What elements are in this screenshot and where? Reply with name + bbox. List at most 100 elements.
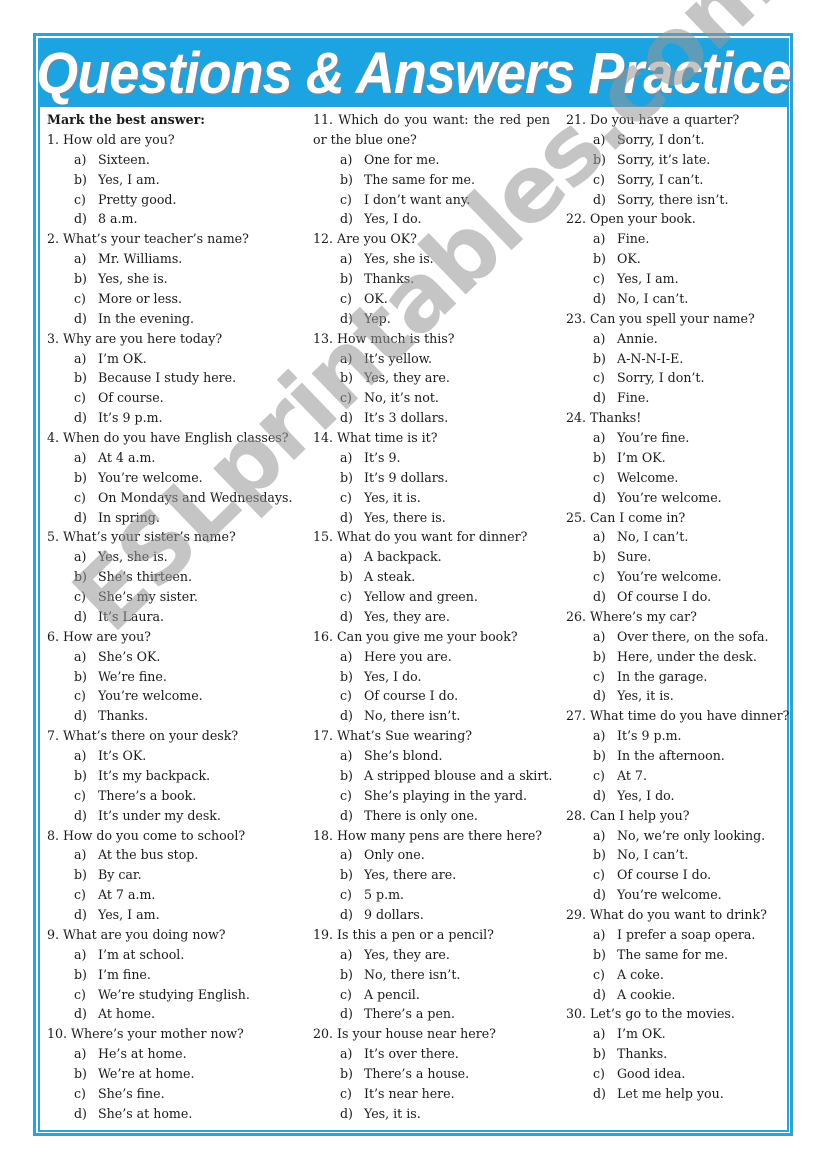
answer-option[interactable]: a) Yes, they are.	[313, 945, 550, 965]
answer-option[interactable]: b) Thanks.	[313, 269, 550, 289]
answer-option[interactable]: c) Sorry, I don’t.	[566, 368, 780, 388]
answer-option[interactable]: a) Annie.	[566, 329, 780, 349]
answer-option[interactable]: c) Yellow and green.	[313, 587, 550, 607]
answer-option[interactable]: c) At 7.	[566, 766, 780, 786]
answer-option[interactable]: d) Sorry, there isn’t.	[566, 190, 780, 210]
answer-option[interactable]: b) There’s a house.	[313, 1064, 550, 1084]
answer-option[interactable]: b) Sure.	[566, 547, 780, 567]
answer-option[interactable]: a) Fine.	[566, 229, 780, 249]
answer-option[interactable]: a) Sorry, I don’t.	[566, 130, 780, 150]
answer-option[interactable]: b) OK.	[566, 249, 780, 269]
answer-option[interactable]: c) There’s a book.	[47, 786, 299, 806]
answer-option[interactable]: a) Here you are.	[313, 647, 550, 667]
answer-option[interactable]: b) No, there isn’t.	[313, 965, 550, 985]
answer-option[interactable]: d) Yes, I do.	[566, 786, 780, 806]
answer-option[interactable]: a) No, we’re only looking.	[566, 826, 780, 846]
answer-option[interactable]: a) At 4 a.m.	[47, 448, 299, 468]
answer-option[interactable]: a) A backpack.	[313, 547, 550, 567]
answer-option[interactable]: c) On Mondays and Wednesdays.	[47, 488, 299, 508]
answer-option[interactable]: d) 9 dollars.	[313, 905, 550, 925]
answer-option[interactable]: a) I’m at school.	[47, 945, 299, 965]
answer-option[interactable]: d) In spring.	[47, 508, 299, 528]
answer-option[interactable]: a) I’m OK.	[47, 349, 299, 369]
answer-option[interactable]: c) I don’t want any.	[313, 190, 550, 210]
answer-option[interactable]: c) More or less.	[47, 289, 299, 309]
answer-option[interactable]: a) It’s 9.	[313, 448, 550, 468]
answer-option[interactable]: c) Of course.	[47, 388, 299, 408]
answer-option[interactable]: b) A steak.	[313, 567, 550, 587]
answer-option[interactable]: d) No, I can’t.	[566, 289, 780, 309]
answer-option[interactable]: a) Mr. Williams.	[47, 249, 299, 269]
answer-option[interactable]: b) The same for me.	[313, 170, 550, 190]
answer-option[interactable]: b) Sorry, it’s late.	[566, 150, 780, 170]
answer-option[interactable]: b) You’re welcome.	[47, 468, 299, 488]
answer-option[interactable]: a) Sixteen.	[47, 150, 299, 170]
answer-option[interactable]: d) Thanks.	[47, 706, 299, 726]
answer-option[interactable]: a) He’s at home.	[47, 1044, 299, 1064]
answer-option[interactable]: a) You’re fine.	[566, 428, 780, 448]
answer-option[interactable]: b) Thanks.	[566, 1044, 780, 1064]
answer-option[interactable]: a) She’s OK.	[47, 647, 299, 667]
answer-option[interactable]: b) She’s thirteen.	[47, 567, 299, 587]
answer-option[interactable]: d) No, there isn’t.	[313, 706, 550, 726]
answer-option[interactable]: b) By car.	[47, 865, 299, 885]
answer-option[interactable]: c) She’s playing in the yard.	[313, 786, 550, 806]
answer-option[interactable]: c) Welcome.	[566, 468, 780, 488]
answer-option[interactable]: a) Yes, she is.	[47, 547, 299, 567]
answer-option[interactable]: b) I’m OK.	[566, 448, 780, 468]
answer-option[interactable]: d) At home.	[47, 1004, 299, 1024]
answer-option[interactable]: c) Of course I do.	[566, 865, 780, 885]
answer-option[interactable]: b) I’m fine.	[47, 965, 299, 985]
answer-option[interactable]: d) 8 a.m.	[47, 209, 299, 229]
answer-option[interactable]: b) In the afternoon.	[566, 746, 780, 766]
answer-option[interactable]: d) You’re welcome.	[566, 488, 780, 508]
answer-option[interactable]: b) Yes, I do.	[313, 667, 550, 687]
answer-option[interactable]: c) She’s fine.	[47, 1084, 299, 1104]
answer-option[interactable]: d) It’s under my desk.	[47, 806, 299, 826]
answer-option[interactable]: c) At 7 a.m.	[47, 885, 299, 905]
answer-option[interactable]: a) It’s over there.	[313, 1044, 550, 1064]
answer-option[interactable]: d) In the evening.	[47, 309, 299, 329]
answer-option[interactable]: d) Yep.	[313, 309, 550, 329]
answer-option[interactable]: c) We’re studying English.	[47, 985, 299, 1005]
answer-option[interactable]: c) Yes, it is.	[313, 488, 550, 508]
answer-option[interactable]: a) No, I can’t.	[566, 527, 780, 547]
answer-option[interactable]: b) A stripped blouse and a skirt.	[313, 766, 552, 786]
answer-option[interactable]: c) In the garage.	[566, 667, 780, 687]
answer-option[interactable]: b) Yes, they are.	[313, 368, 550, 388]
answer-option[interactable]: b) We’re fine.	[47, 667, 299, 687]
answer-option[interactable]: c) Pretty good.	[47, 190, 299, 210]
answer-option[interactable]: d) Let me help you.	[566, 1084, 780, 1104]
answer-option[interactable]: c) 5 p.m.	[313, 885, 550, 905]
answer-option[interactable]: a) One for me.	[313, 150, 550, 170]
answer-option[interactable]: b) Yes, I am.	[47, 170, 299, 190]
answer-option[interactable]: b) Yes, she is.	[47, 269, 299, 289]
answer-option[interactable]: d) Yes, it is.	[566, 686, 780, 706]
answer-option[interactable]: c) No, it’s not.	[313, 388, 550, 408]
answer-option[interactable]: a) I prefer a soap opera.	[566, 925, 780, 945]
answer-option[interactable]: d) There is only one.	[313, 806, 550, 826]
answer-option[interactable]: c) OK.	[313, 289, 550, 309]
answer-option[interactable]: a) Over there, on the sofa.	[566, 627, 780, 647]
answer-option[interactable]: d) It’s 9 p.m.	[47, 408, 299, 428]
answer-option[interactable]: b) It’s 9 dollars.	[313, 468, 550, 488]
answer-option[interactable]: b) It’s my backpack.	[47, 766, 299, 786]
answer-option[interactable]: b) Because I study here.	[47, 368, 299, 388]
answer-option[interactable]: d) A cookie.	[566, 985, 780, 1005]
answer-option[interactable]: c) She’s my sister.	[47, 587, 299, 607]
answer-option[interactable]: d) Yes, it is.	[313, 1104, 550, 1124]
answer-option[interactable]: d) You’re welcome.	[566, 885, 780, 905]
answer-option[interactable]: a) It’s OK.	[47, 746, 299, 766]
answer-option[interactable]: d) Yes, they are.	[313, 607, 550, 627]
answer-option[interactable]: b) The same for me.	[566, 945, 780, 965]
answer-option[interactable]: c) A pencil.	[313, 985, 550, 1005]
answer-option[interactable]: c) Sorry, I can’t.	[566, 170, 780, 190]
answer-option[interactable]: a) I’m OK.	[566, 1024, 780, 1044]
answer-option[interactable]: c) Of course I do.	[313, 686, 550, 706]
answer-option[interactable]: a) It’s yellow.	[313, 349, 550, 369]
answer-option[interactable]: b) Here, under the desk.	[566, 647, 780, 667]
answer-option[interactable]: c) Yes, I am.	[566, 269, 780, 289]
answer-option[interactable]: b) No, I can’t.	[566, 845, 780, 865]
answer-option[interactable]: c) It’s near here.	[313, 1084, 550, 1104]
answer-option[interactable]: d) It’s Laura.	[47, 607, 299, 627]
